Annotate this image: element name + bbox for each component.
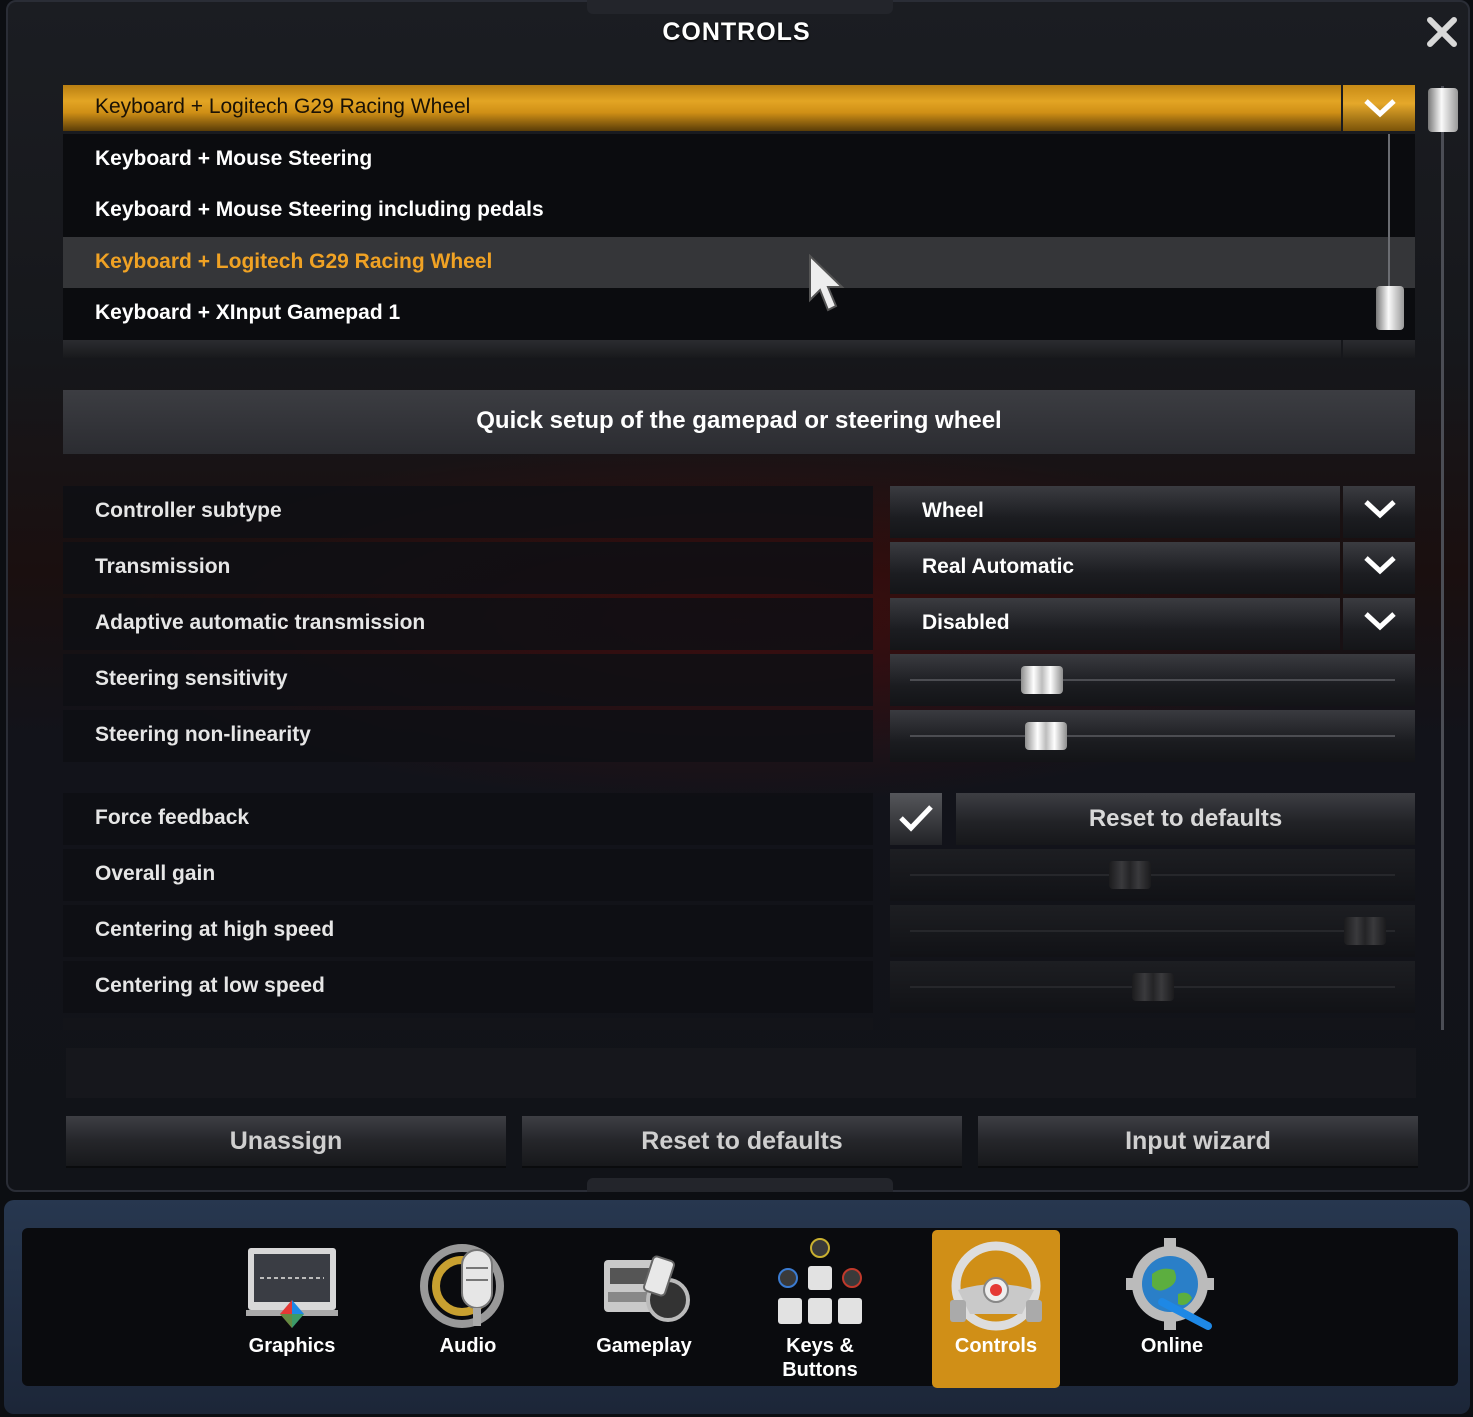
profile-dropdown-toggle[interactable] [1343, 85, 1415, 131]
dropdown-option[interactable]: Keyboard + Mouse Steering including peda… [63, 185, 1415, 236]
dropdown-underlay-arrow [1343, 340, 1415, 358]
unassign-button[interactable]: Unassign [66, 1116, 506, 1168]
nav-controls[interactable]: Controls [932, 1230, 1060, 1388]
dropdown-option[interactable]: Keyboard + XInput Gamepad 1 [63, 288, 1415, 339]
slider-track [910, 679, 1395, 681]
transmission-toggle[interactable] [1343, 542, 1415, 594]
description-box [66, 1048, 1416, 1098]
slider-knob[interactable] [1025, 722, 1068, 750]
force-feedback-label: Force feedback [63, 793, 873, 845]
nav-graphics[interactable]: Graphics [228, 1230, 356, 1388]
adaptive-transmission-toggle[interactable] [1343, 598, 1415, 650]
clipped-row [890, 1018, 1415, 1030]
clipped-row [63, 1018, 873, 1030]
steering-wheel-icon [950, 1241, 1042, 1331]
keys-buttons-icon [778, 1238, 862, 1324]
chevron-down-icon [1364, 500, 1396, 519]
controller-subtype-select[interactable]: Wheel [890, 486, 1340, 538]
adaptive-transmission-select[interactable]: Disabled [890, 598, 1340, 650]
microphone-icon [420, 1244, 504, 1328]
quick-setup-button[interactable]: Quick setup of the gamepad or steering w… [63, 390, 1415, 454]
chevron-down-icon [1364, 99, 1396, 118]
force-feedback-reset-button[interactable]: Reset to defaults [956, 793, 1415, 845]
dropdown-scrollbar-thumb[interactable] [1376, 286, 1404, 330]
main-scrollbar-thumb[interactable] [1428, 88, 1458, 132]
mouse-cursor-icon [809, 254, 845, 312]
nav-audio[interactable]: Audio [404, 1230, 532, 1388]
controller-subtype-label: Controller subtype [63, 486, 873, 538]
checkmark-icon [899, 805, 933, 832]
main-scrollbar-track[interactable] [1441, 86, 1444, 1030]
dropdown-underlay [63, 340, 1341, 358]
overall-gain-slider[interactable] [890, 849, 1415, 901]
controller-subtype-toggle[interactable] [1343, 486, 1415, 538]
monitor-icon [246, 1248, 338, 1328]
slider-track [910, 735, 1395, 737]
nav-online[interactable]: Online [1108, 1230, 1236, 1388]
chevron-down-icon [1364, 556, 1396, 575]
slider-knob[interactable] [1344, 917, 1387, 945]
transmission-label: Transmission [63, 542, 873, 594]
steering-sensitivity-label: Steering sensitivity [63, 654, 873, 706]
slider-track [910, 930, 1395, 932]
dropdown-option-hovered[interactable]: Keyboard + Logitech G29 Racing Wheel [63, 237, 1415, 288]
truck-icon [604, 1255, 690, 1322]
nav-keys-buttons[interactable]: Keys & Buttons [756, 1230, 884, 1388]
chevron-down-icon [1364, 612, 1396, 631]
profile-dropdown-value: Keyboard + Logitech G29 Racing Wheel [95, 95, 471, 118]
input-wizard-button[interactable]: Input wizard [978, 1116, 1418, 1168]
force-feedback-checkbox[interactable] [890, 793, 942, 845]
panel-top-tab [587, 0, 893, 14]
overall-gain-label: Overall gain [63, 849, 873, 901]
steering-nonlinearity-label: Steering non-linearity [63, 710, 873, 762]
close-icon[interactable] [1424, 14, 1460, 50]
centering-high-speed-label: Centering at high speed [63, 905, 873, 957]
dropdown-option[interactable]: Keyboard + Mouse Steering [63, 134, 1415, 185]
transmission-select[interactable]: Real Automatic [890, 542, 1340, 594]
nav-gameplay[interactable]: Gameplay [580, 1230, 708, 1388]
slider-knob[interactable] [1109, 861, 1152, 889]
reset-defaults-button[interactable]: Reset to defaults [522, 1116, 962, 1168]
profile-dropdown-list: Keyboard + Mouse Steering Keyboard + Mou… [63, 134, 1415, 340]
adaptive-transmission-label: Adaptive automatic transmission [63, 598, 873, 650]
centering-low-speed-label: Centering at low speed [63, 961, 873, 1013]
slider-track [910, 874, 1395, 876]
centering-high-speed-slider[interactable] [890, 905, 1415, 957]
steering-nonlinearity-slider[interactable] [890, 710, 1415, 762]
slider-knob[interactable] [1131, 973, 1174, 1001]
panel-bottom-tab [587, 1178, 893, 1192]
window-title: CONTROLS [662, 18, 811, 46]
centering-low-speed-slider[interactable] [890, 961, 1415, 1013]
profile-dropdown[interactable]: Keyboard + Logitech G29 Racing Wheel [63, 85, 1341, 131]
slider-knob[interactable] [1020, 666, 1063, 694]
steering-sensitivity-slider[interactable] [890, 654, 1415, 706]
globe-gear-icon [1126, 1238, 1214, 1330]
